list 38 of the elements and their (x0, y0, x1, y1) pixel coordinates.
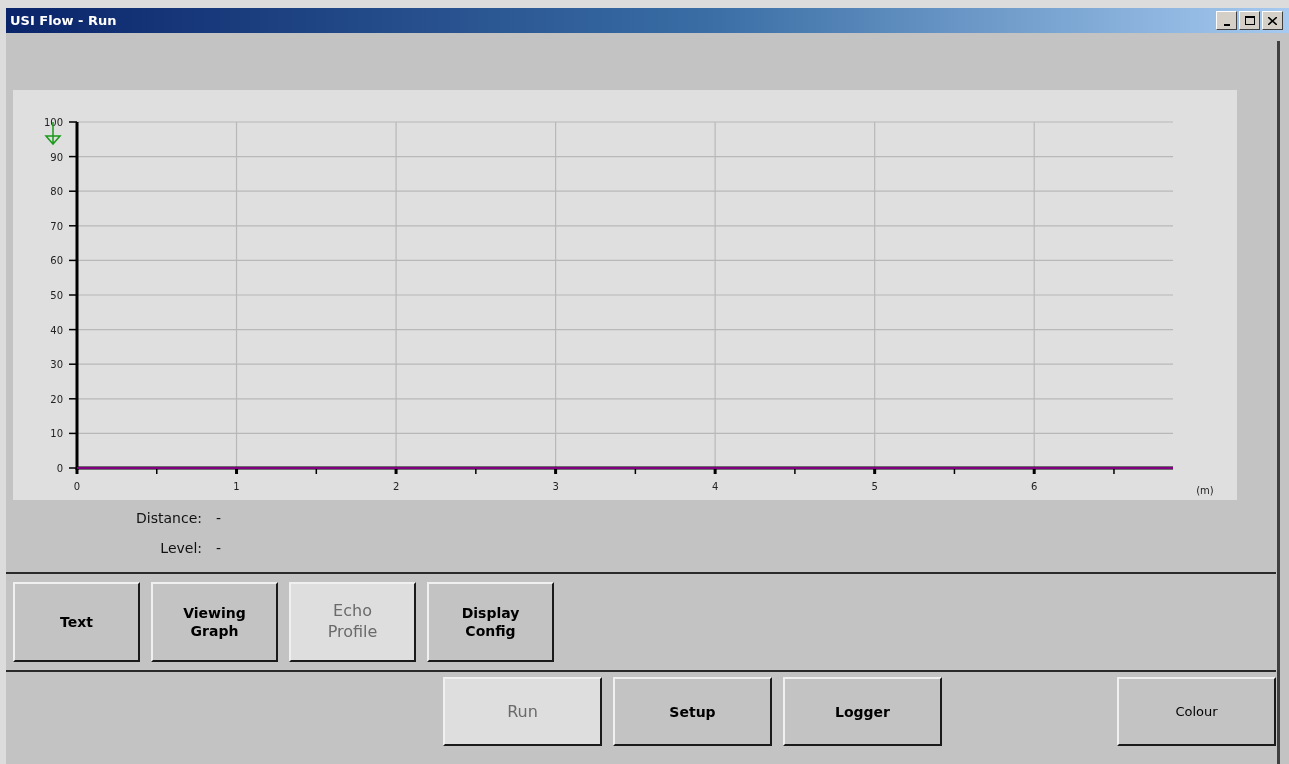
y-tick-label: 100 (43, 117, 63, 128)
close-icon (1268, 16, 1277, 25)
y-tick-label: 10 (50, 428, 63, 440)
y-tick-label: 60 (50, 255, 63, 267)
window-title: USI Flow - Run (10, 13, 117, 28)
y-tick-label: 90 (50, 151, 63, 163)
view-button[interactable]: Echo Profile (289, 582, 416, 662)
y-tick-label: 40 (50, 324, 63, 336)
minimize-button[interactable] (1216, 11, 1237, 30)
x-tick-label: 0 (73, 481, 81, 492)
readout-label: Level: (159, 540, 202, 556)
view-button[interactable]: Viewing Graph (151, 582, 278, 662)
x-tick-label: 3 (552, 481, 559, 492)
readout-value: - (216, 540, 222, 556)
y-tick-label: 80 (50, 186, 63, 198)
y-tick-label: 30 (50, 359, 63, 371)
action-button[interactable]: Setup (613, 677, 772, 746)
y-tick-label: 70 (50, 220, 63, 232)
view-button[interactable]: Text (13, 582, 140, 662)
readout-label: Distance: (135, 510, 202, 526)
x-axis-label: (m) (1196, 485, 1214, 496)
colour-button[interactable]: Colour (1117, 677, 1276, 746)
maximize-button[interactable] (1239, 11, 1260, 30)
readout-value: - (216, 510, 222, 526)
y-tick-label: 50 (50, 290, 63, 301)
x-tick-label: 4 (711, 481, 719, 492)
close-button[interactable] (1262, 11, 1283, 30)
maximize-icon (1244, 16, 1255, 25)
x-tick-label: 1 (233, 481, 240, 492)
x-tick-label: 6 (1031, 481, 1038, 492)
x-tick-label: 5 (871, 481, 878, 492)
minimize-icon (1223, 23, 1230, 26)
y-tick-label: 0 (56, 463, 63, 474)
y-tick-label: 20 (50, 393, 63, 405)
action-button[interactable]: Run (443, 677, 602, 746)
x-tick-label: 2 (392, 481, 400, 492)
view-button[interactable]: Display Config (427, 582, 554, 662)
action-button[interactable]: Logger (783, 677, 942, 746)
